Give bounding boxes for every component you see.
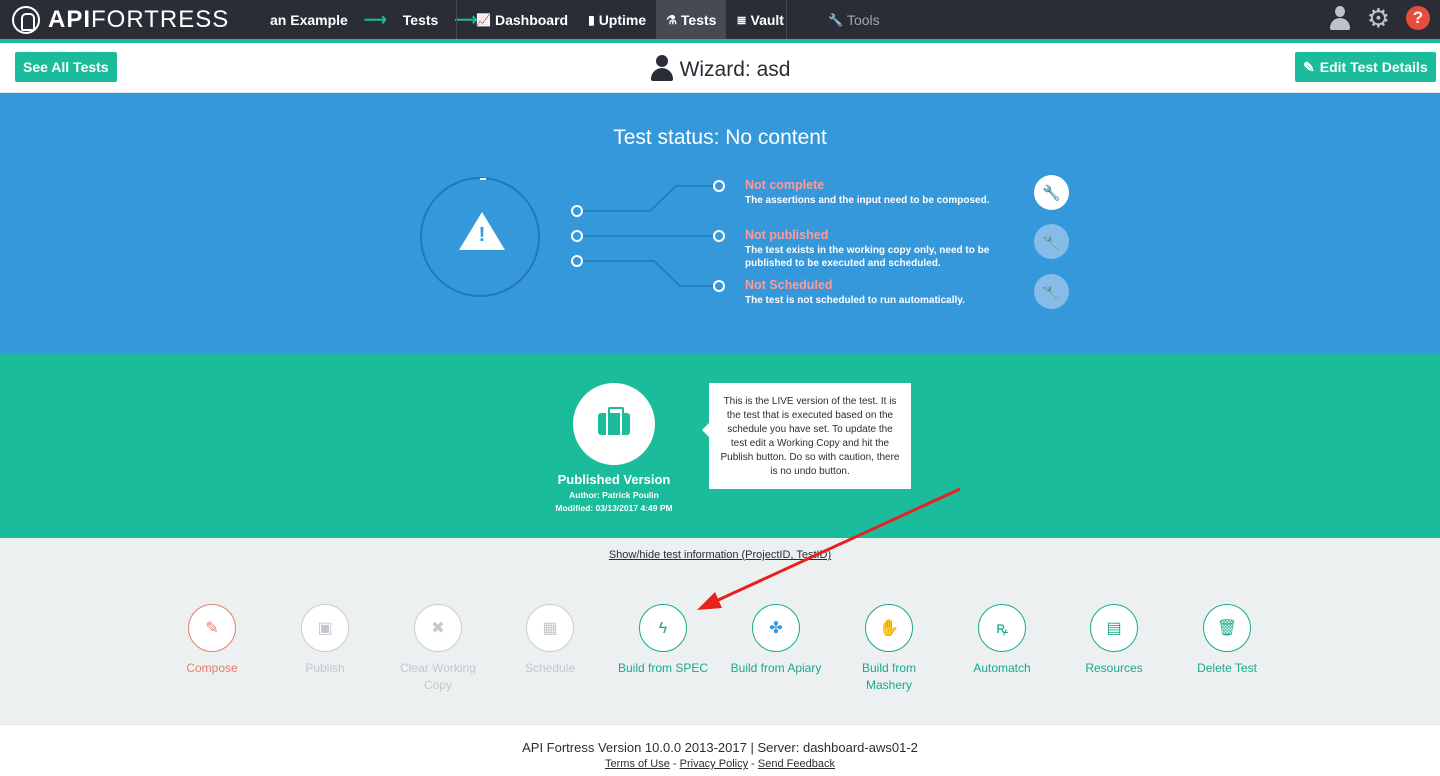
automatch-button[interactable]: ꝶ Automatch: [946, 604, 1058, 677]
automatch-icon: ꝶ: [978, 604, 1026, 652]
wrench-icon: 🔧: [827, 12, 843, 27]
nav-tools[interactable]: 🔧 Tools: [818, 0, 890, 39]
terms-link[interactable]: Terms of Use: [605, 758, 670, 770]
nav-uptime[interactable]: ▮ Uptime: [578, 0, 656, 39]
fix-compose-wrench-icon[interactable]: 🔧: [1034, 175, 1069, 210]
database-icon: ≣: [736, 12, 747, 27]
user-icon[interactable]: [1329, 6, 1351, 30]
fix-publish-wrench-icon[interactable]: 🔧: [1034, 224, 1069, 259]
breadcrumb-tests[interactable]: Tests: [403, 12, 439, 28]
arrow-right-icon: ⟶: [363, 11, 387, 29]
published-version-label: Published Version: [557, 472, 671, 487]
x-icon: ✖: [414, 604, 462, 652]
page-title: Wizard: asd: [0, 55, 1440, 82]
user-menu: ⚙ ?: [1329, 5, 1430, 31]
logo[interactable]: APIFORTRESS: [12, 5, 229, 35]
published-version-circle[interactable]: [573, 383, 655, 465]
footer: API Fortress Version 10.0.0 2013-2017 | …: [0, 724, 1440, 776]
wizard-icon: [650, 55, 674, 81]
resources-button[interactable]: ▤ Resources: [1058, 604, 1170, 677]
feedback-link[interactable]: Send Feedback: [758, 758, 835, 770]
published-version-meta: Author: Patrick Poulin Modified: 03/13/2…: [533, 489, 695, 515]
show-hide-test-info-link[interactable]: Show/hide test information (ProjectID, T…: [0, 549, 1440, 561]
compose-button[interactable]: ✎ Compose: [156, 604, 268, 677]
nav-dashboard[interactable]: 📈 Dashboard: [466, 0, 578, 39]
published-version-panel: Published Version Author: Patrick Poulin…: [0, 353, 1440, 538]
main-nav: 📈 Dashboard ▮ Uptime ⚗ Tests ≣ Vault 🔧 T…: [466, 0, 890, 39]
apiary-icon: ✤: [752, 604, 800, 652]
bolt-icon: ϟ: [639, 604, 687, 652]
published-version-tooltip: This is the LIVE version of the test. It…: [702, 383, 911, 489]
gear-icon[interactable]: ⚙: [1367, 5, 1390, 31]
build-from-mashery-button[interactable]: ✋ Build from Mashery: [833, 604, 945, 694]
published-author: Author: Patrick Poulin: [569, 490, 659, 500]
build-from-apiary-button[interactable]: ✤ Build from Apiary: [720, 604, 832, 677]
document-icon: ▤: [1090, 604, 1138, 652]
clear-working-copy-button[interactable]: ✖ Clear Working Copy: [382, 604, 494, 694]
schedule-button[interactable]: ▦ Schedule: [494, 604, 606, 677]
privacy-link[interactable]: Privacy Policy: [680, 758, 748, 770]
publish-button[interactable]: ▣ Publish: [269, 604, 381, 677]
test-status-panel: Test status: No content ! Not complete T…: [0, 93, 1440, 353]
calendar-icon: ▦: [526, 604, 574, 652]
logo-text: APIFORTRESS: [48, 6, 230, 33]
trash-icon: 🗑: [1203, 604, 1251, 652]
chart-line-icon: 📈: [476, 12, 491, 27]
build-from-spec-button[interactable]: ϟ Build from SPEC: [607, 604, 719, 677]
nav-tests[interactable]: ⚗ Tests: [656, 0, 727, 39]
pencil-icon: ✎: [1303, 58, 1315, 75]
status-item-not-complete: Not complete The assertions and the inpu…: [745, 178, 990, 206]
fortress-logo-icon: [12, 6, 40, 34]
status-item-not-scheduled: Not Scheduled The test is not scheduled …: [745, 278, 965, 306]
flask-icon: ⚗: [666, 12, 677, 27]
status-item-not-published: Not published The test exists in the wor…: [745, 228, 990, 269]
save-icon: ▣: [301, 604, 349, 652]
pencil-icon: ✎: [188, 604, 236, 652]
mashery-icon: ✋: [865, 604, 913, 652]
published-modified: Modified: 03/13/2017 4:49 PM: [555, 503, 673, 513]
footer-links: Terms of Use - Privacy Policy - Send Fee…: [605, 758, 835, 770]
breadcrumb: an Example ⟶ Tests ⟶: [270, 0, 493, 39]
top-navbar: APIFORTRESS an Example ⟶ Tests ⟶ 📈 Dashb…: [0, 0, 1440, 43]
fix-schedule-wrench-icon[interactable]: 🔧: [1034, 274, 1069, 309]
edit-test-details-button[interactable]: ✎ Edit Test Details: [1295, 52, 1436, 82]
page-header: See All Tests Wizard: asd ✎ Edit Test De…: [0, 43, 1440, 93]
nav-divider: [786, 0, 787, 39]
bar-chart-icon: ▮: [588, 12, 595, 27]
briefcase-icon: [598, 407, 630, 435]
nav-vault[interactable]: ≣ Vault: [726, 0, 794, 39]
status-connector-lines: [571, 180, 725, 292]
footer-version: API Fortress Version 10.0.0 2013-2017 | …: [522, 740, 918, 755]
nav-divider: [456, 0, 457, 39]
help-icon[interactable]: ?: [1406, 6, 1430, 30]
breadcrumb-project[interactable]: an Example: [270, 12, 348, 28]
delete-test-button[interactable]: 🗑 Delete Test: [1171, 604, 1283, 677]
